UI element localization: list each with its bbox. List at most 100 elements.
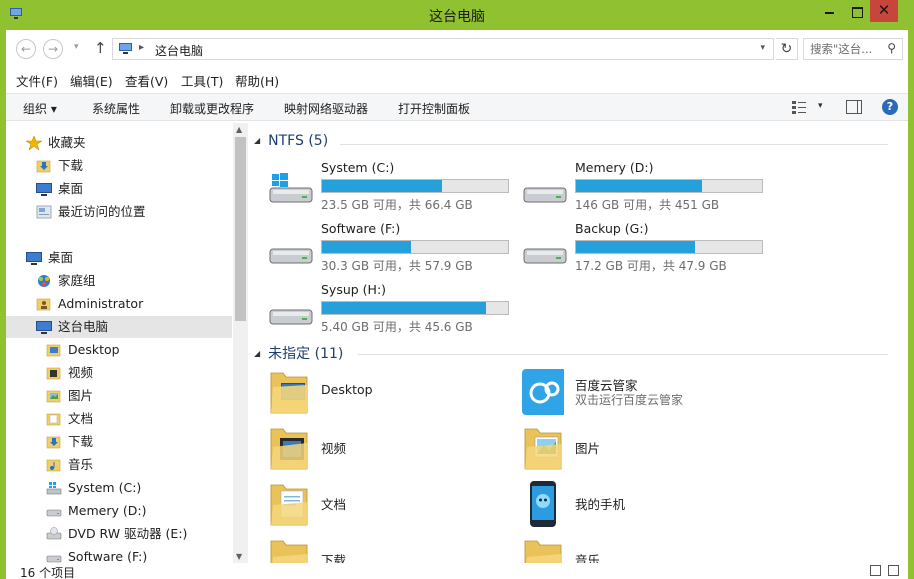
- change-view-icon[interactable]: [792, 100, 806, 114]
- hard-drive-icon: [523, 187, 567, 203]
- sidebar-item-homegroup[interactable]: 家庭组: [36, 270, 226, 292]
- large-icons-view-icon[interactable]: [888, 565, 899, 576]
- folder-tile-music[interactable]: 音乐: [522, 535, 772, 563]
- status-bar: 16 个项目: [6, 563, 908, 579]
- hard-drive-icon: [269, 309, 313, 325]
- sidebar-item-documents[interactable]: 文档: [46, 408, 226, 430]
- drive-tile[interactable]: Sysup (H:) 5.40 GB 可用，共 45.6 GB: [268, 282, 518, 338]
- drive-free-space: 17.2 GB 可用，共 47.9 GB: [575, 259, 727, 273]
- folder-tile-documents[interactable]: 文档: [268, 479, 518, 533]
- preview-pane-icon[interactable]: [846, 100, 862, 114]
- hard-drive-icon: [523, 248, 567, 264]
- drive-tile[interactable]: Software (F:) 30.3 GB 可用，共 57.9 GB: [268, 221, 518, 277]
- map-network-drive-button[interactable]: 映射网络驱动器: [284, 100, 368, 117]
- breadcrumb-this-pc[interactable]: 这台电脑: [155, 42, 203, 59]
- drive-usage-bar: [321, 240, 509, 254]
- scrollbar-thumb[interactable]: [235, 137, 246, 321]
- forward-button[interactable]: →: [43, 39, 63, 59]
- recent-locations-dropdown[interactable]: ▾: [74, 42, 79, 52]
- address-row: ← → ▾ ↑ ▸ 这台电脑 ▾ ↻ ⚲: [6, 34, 908, 64]
- folder-tile-desktop[interactable]: Desktop: [268, 367, 518, 421]
- folder-tile-pictures[interactable]: 图片: [522, 423, 772, 477]
- computer-icon: [119, 43, 132, 54]
- folder-tile-videos[interactable]: 视频: [268, 423, 518, 477]
- minimize-button[interactable]: [815, 0, 843, 22]
- folder-tile-my-phone[interactable]: 我的手机: [522, 479, 772, 533]
- sidebar-item-software-f[interactable]: Software (F:): [46, 546, 226, 563]
- folder-name: 音乐: [575, 553, 601, 563]
- drive-icon: [46, 509, 62, 517]
- sidebar-item-music[interactable]: 音乐: [46, 454, 226, 476]
- folder-name: Desktop: [321, 382, 373, 397]
- window-title: 这台电脑: [429, 9, 485, 25]
- drive-usage-fill: [322, 302, 487, 314]
- uninstall-programs-button[interactable]: 卸载或更改程序: [170, 100, 254, 117]
- sidebar-item-this-pc[interactable]: 这台电脑: [6, 316, 232, 338]
- dvd-drive-icon: [46, 527, 62, 540]
- back-button[interactable]: ←: [16, 39, 36, 59]
- download-folder-icon: [46, 436, 61, 449]
- sidebar-item-pictures[interactable]: 图片: [46, 385, 226, 407]
- menu-tools[interactable]: 工具(T): [181, 71, 223, 90]
- group-divider: [340, 144, 888, 145]
- drive-tile[interactable]: Backup (G:) 17.2 GB 可用，共 47.9 GB: [522, 221, 772, 277]
- search-icon[interactable]: ⚲: [887, 41, 896, 55]
- sidebar-item-desktop-favorite[interactable]: 桌面: [36, 178, 226, 200]
- menu-file[interactable]: 文件(F): [16, 71, 58, 90]
- sidebar-item-administrator[interactable]: Administrator: [36, 293, 226, 315]
- folder-tile-downloads[interactable]: 下载: [268, 535, 518, 563]
- sidebar-item-desktop[interactable]: 桌面: [26, 247, 226, 269]
- group-header-unassigned[interactable]: ◢ 未指定 (11): [254, 343, 343, 363]
- details-view-icon[interactable]: [870, 565, 881, 576]
- address-dropdown[interactable]: ▾: [760, 43, 765, 53]
- maximize-button[interactable]: [843, 0, 871, 22]
- hard-drive-icon: [269, 248, 313, 264]
- system-properties-button[interactable]: 系统属性: [92, 100, 140, 117]
- open-control-panel-button[interactable]: 打开控制面板: [398, 100, 470, 117]
- sidebar-item-favorites[interactable]: 收藏夹: [26, 132, 226, 154]
- help-icon[interactable]: ?: [882, 99, 898, 115]
- sidebar-item-desktop-folder[interactable]: Desktop: [46, 339, 226, 361]
- sidebar-item-downloads[interactable]: 下载: [36, 155, 226, 177]
- sidebar-item-system-c[interactable]: System (C:): [46, 477, 226, 499]
- menu-view[interactable]: 查看(V): [125, 71, 168, 90]
- scroll-down-arrow[interactable]: ▼: [236, 552, 242, 561]
- organize-button[interactable]: 组织 ▾: [23, 100, 57, 117]
- sidebar-item-dvd-e[interactable]: DVD RW 驱动器 (E:): [46, 523, 226, 545]
- drive-name: Sysup (H:): [321, 282, 387, 297]
- group-header-ntfs[interactable]: ◢ NTFS (5): [254, 133, 328, 149]
- menu-help[interactable]: 帮助(H): [235, 71, 279, 90]
- sidebar-item-memery-d[interactable]: Memery (D:): [46, 500, 226, 522]
- folder-name: 图片: [575, 441, 601, 456]
- drive-usage-fill: [576, 241, 696, 253]
- drive-tile[interactable]: System (C:) 23.5 GB 可用，共 66.4 GB: [268, 160, 518, 216]
- address-bar[interactable]: ▸ 这台电脑 ▾: [112, 38, 774, 60]
- refresh-button[interactable]: ↻: [776, 38, 798, 60]
- scroll-up-arrow[interactable]: ▲: [236, 125, 242, 134]
- drive-free-space: 23.5 GB 可用，共 66.4 GB: [321, 198, 473, 212]
- star-icon: [26, 136, 42, 150]
- sidebar-item-recent-places[interactable]: 最近访问的位置: [36, 201, 226, 223]
- drive-tile[interactable]: Memery (D:) 146 GB 可用，共 451 GB: [522, 160, 772, 216]
- drive-usage-bar: [575, 179, 763, 193]
- collapse-icon[interactable]: ◢: [254, 136, 260, 145]
- navigation-scrollbar[interactable]: ▲ ▼: [233, 123, 248, 563]
- collapse-icon[interactable]: ◢: [254, 349, 260, 358]
- sidebar-item-downloads-folder[interactable]: 下载: [46, 431, 226, 453]
- computer-icon: [36, 321, 52, 334]
- download-folder-icon: [270, 540, 308, 563]
- menu-edit[interactable]: 编辑(E): [70, 71, 113, 90]
- breadcrumb-separator[interactable]: ▸: [139, 42, 144, 53]
- command-bar: 组织 ▾ 系统属性 卸载或更改程序 映射网络驱动器 打开控制面板 ▾ ?: [6, 93, 908, 121]
- desktop-icon: [36, 183, 52, 196]
- folder-name: 我的手机: [575, 497, 626, 512]
- folder-tile-baidu-cloud[interactable]: 百度云管家 双击运行百度云管家: [522, 367, 772, 421]
- group-divider: [358, 354, 888, 355]
- view-options-dropdown[interactable]: ▾: [818, 101, 823, 111]
- close-button[interactable]: ✕: [870, 0, 898, 22]
- up-button[interactable]: ↑: [94, 39, 107, 57]
- sidebar-item-videos[interactable]: 视频: [46, 362, 226, 384]
- phone-icon: [530, 481, 556, 527]
- search-input[interactable]: [804, 39, 880, 59]
- folder-name: 文档: [321, 497, 347, 512]
